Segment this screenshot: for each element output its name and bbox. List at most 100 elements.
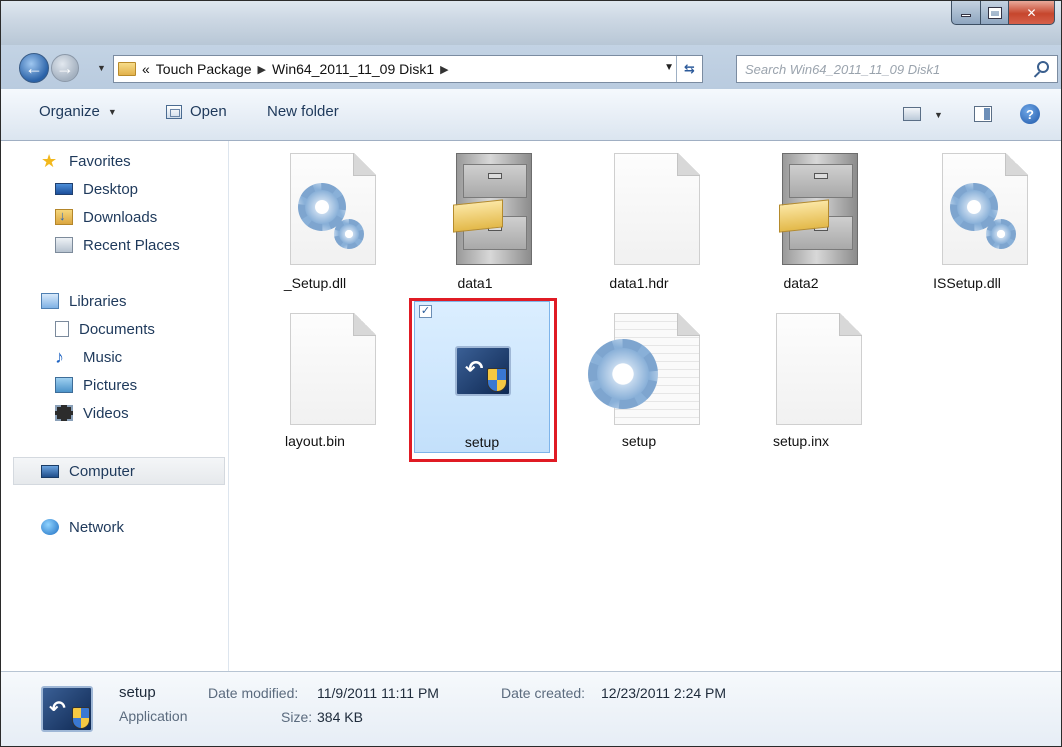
preview-pane-icon[interactable]	[974, 106, 992, 122]
breadcrumb-overflow[interactable]: «	[142, 61, 150, 77]
details-file-type: Application	[119, 708, 188, 724]
address-bar[interactable]: « Touch Package ▶ Win64_2011_11_09 Disk1…	[113, 55, 703, 83]
nav-downloads[interactable]: Downloads	[55, 205, 157, 229]
file-item-data1-hdr[interactable]: data1.hdr	[570, 141, 708, 291]
network-icon	[41, 519, 59, 535]
nav-documents[interactable]: Documents	[55, 317, 155, 341]
file-item-layout-bin[interactable]: layout.bin	[246, 301, 384, 451]
open-label: Open	[190, 103, 227, 120]
maximize-button[interactable]	[981, 1, 1009, 25]
nav-label: Favorites	[69, 152, 131, 170]
file-name: layout.bin	[285, 433, 345, 449]
navigation-bar: ← → ▼ « Touch Package ▶ Win64_2011_11_09…	[1, 45, 1061, 89]
nav-music[interactable]: ♪ Music	[55, 345, 122, 369]
file-item-issetup-dll[interactable]: ISSetup.dll	[898, 141, 1036, 291]
details-date-modified-label: Date modified:	[208, 685, 299, 701]
back-arrow-icon: ←	[25, 58, 43, 78]
details-date-modified: 11/9/2011 11:11 PM	[317, 685, 439, 701]
installer-icon: ↶	[455, 346, 511, 396]
nav-label: Downloads	[83, 208, 158, 226]
chevron-down-icon: ▼	[107, 106, 117, 117]
change-view-icon[interactable]	[903, 107, 921, 121]
recent-pages-dropdown[interactable]: ▼	[97, 63, 107, 73]
file-item-setup-dll[interactable]: _Setup.dll	[246, 141, 384, 291]
details-size-label: Size:	[281, 709, 313, 725]
view-options-dropdown[interactable]: ▼	[934, 110, 943, 120]
help-icon[interactable]: ?	[1020, 104, 1040, 124]
details-file-name: setup	[119, 684, 156, 701]
file-name: ISSetup.dll	[933, 275, 1001, 291]
details-pane: ↶ setup Application Date modified: 11/9/…	[1, 671, 1061, 746]
title-bar: ✕	[1, 1, 1061, 45]
nav-libraries[interactable]: Libraries	[41, 289, 127, 313]
open-button[interactable]: Open	[166, 103, 227, 120]
nav-label: Pictures	[83, 376, 138, 394]
command-bar: Organize ▼ Open New folder ▼ ?	[1, 89, 1061, 141]
file-item-setup-exe[interactable]: ✓ ↶ setup	[414, 301, 550, 453]
installer-icon: ↶	[41, 686, 93, 732]
back-button[interactable]: ←	[19, 53, 49, 83]
downloads-icon	[55, 208, 73, 225]
minimize-button[interactable]	[951, 1, 981, 25]
file-name: data1.hdr	[609, 275, 669, 291]
window-controls: ✕	[951, 1, 1055, 27]
nav-label: Recent Places	[83, 236, 180, 254]
nav-videos[interactable]: Videos	[55, 401, 129, 425]
details-date-created-label: Date created:	[501, 685, 586, 701]
forward-button[interactable]: →	[51, 54, 79, 82]
file-name: setup	[464, 434, 500, 450]
uac-shield-icon	[487, 368, 507, 392]
minimize-icon	[961, 14, 971, 17]
selection-checkbox[interactable]: ✓	[419, 305, 432, 318]
film-icon	[55, 405, 73, 421]
file-name: data1	[457, 275, 493, 291]
file-name: _Setup.dll	[283, 275, 347, 291]
refresh-button[interactable]: ⇆	[676, 56, 702, 82]
details-size: 384 KB	[317, 709, 363, 725]
libraries-icon	[41, 293, 59, 309]
file-item-setup-config[interactable]: setup	[570, 301, 708, 451]
file-item-setup-inx[interactable]: setup.inx	[732, 301, 870, 451]
search-icon[interactable]	[1037, 61, 1049, 73]
open-icon	[166, 104, 182, 119]
new-folder-button[interactable]: New folder	[267, 103, 339, 120]
organize-label: Organize	[39, 103, 100, 120]
blank-file-icon	[614, 153, 700, 265]
settings-file-icon	[290, 153, 376, 265]
nav-computer[interactable]: Computer	[41, 459, 135, 483]
file-item-data1[interactable]: data1	[406, 141, 544, 291]
uac-shield-icon	[72, 707, 90, 729]
forward-arrow-icon: →	[56, 58, 74, 78]
music-note-icon: ♪	[55, 347, 64, 367]
nav-label: Videos	[83, 404, 129, 422]
organize-menu[interactable]: Organize ▼	[39, 103, 117, 120]
file-name: setup	[621, 433, 657, 449]
close-button[interactable]: ✕	[1009, 1, 1055, 25]
file-item-data2[interactable]: data2	[732, 141, 870, 291]
nav-desktop[interactable]: Desktop	[55, 177, 138, 201]
breadcrumb-disk1[interactable]: Win64_2011_11_09 Disk1	[272, 61, 434, 77]
nav-label: Network	[69, 518, 125, 536]
file-name: setup.inx	[772, 433, 830, 449]
nav-recent-places[interactable]: Recent Places	[55, 233, 180, 257]
blank-file-icon	[290, 313, 376, 425]
breadcrumb-touch-package[interactable]: Touch Package	[156, 61, 252, 77]
maximize-icon	[987, 6, 1002, 19]
folder-icon	[118, 62, 136, 76]
pictures-icon	[55, 377, 73, 393]
recent-places-icon	[55, 237, 73, 253]
nav-label: Libraries	[69, 292, 127, 310]
file-cabinet-icon	[776, 153, 862, 265]
address-dropdown-icon[interactable]: ▼	[664, 62, 674, 73]
nav-favorites[interactable]: ★ Favorites	[41, 149, 131, 173]
search-input[interactable]	[737, 56, 1017, 82]
nav-pictures[interactable]: Pictures	[55, 373, 137, 397]
settings-file-icon	[942, 153, 1028, 265]
breadcrumb-chevron-icon[interactable]: ▶	[258, 63, 266, 76]
nav-label: Music	[83, 348, 123, 366]
details-date-created: 12/23/2011 2:24 PM	[601, 685, 727, 701]
nav-network[interactable]: Network	[41, 515, 124, 539]
nav-label: Desktop	[83, 180, 139, 198]
breadcrumb-chevron-icon[interactable]: ▶	[440, 63, 448, 76]
blank-file-icon	[776, 313, 862, 425]
